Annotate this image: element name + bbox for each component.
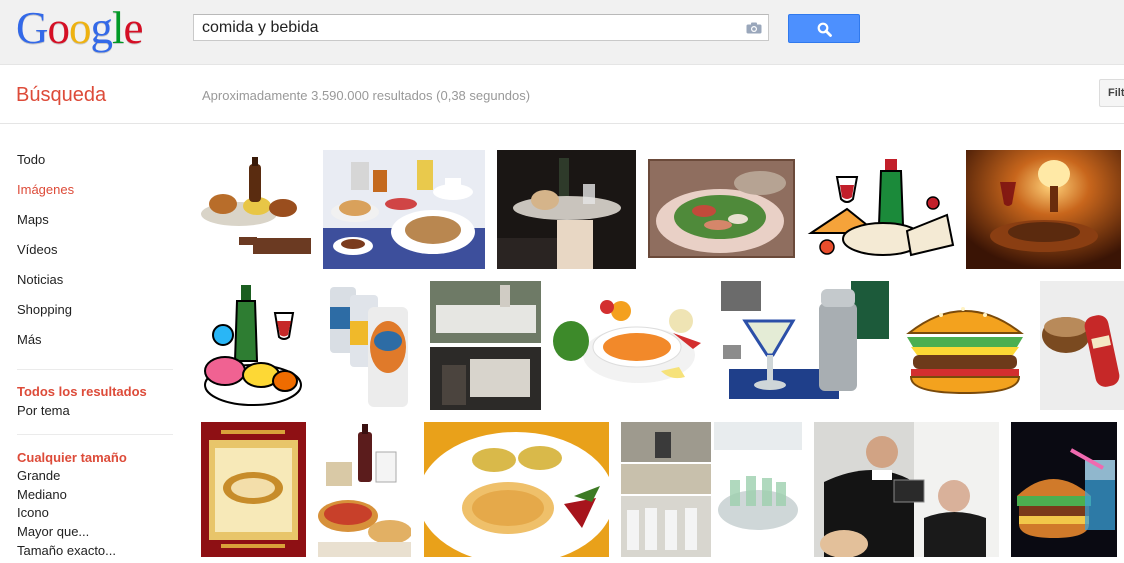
result-stats: Aproximadamente 3.590.000 resultados (0,… <box>202 88 531 103</box>
size-option-icono[interactable]: Icono <box>17 505 49 520</box>
image-result-drink-cans[interactable] <box>318 281 418 410</box>
logo-letter: o <box>69 3 91 53</box>
image-result-people-collage[interactable] <box>621 422 711 557</box>
size-option-tamano-exacto[interactable]: Tamaño exacto... <box>17 543 116 558</box>
image-result-banquet-collage[interactable] <box>430 281 541 410</box>
logo-letter: e <box>123 3 144 53</box>
search-box <box>193 14 769 41</box>
magnifier-icon <box>817 22 832 37</box>
image-result-clipart-wine-cheese[interactable] <box>807 155 955 264</box>
results-filter-title[interactable]: Todos los resultados <box>17 384 147 399</box>
sub-header: Búsqueda Aproximadamente 3.590.000 resul… <box>0 65 1124 124</box>
image-result-pumpkin-soup[interactable] <box>553 293 709 397</box>
image-result-dessert-glasses-tray[interactable] <box>714 422 802 540</box>
image-result-candlelit-dinner[interactable] <box>966 150 1121 269</box>
size-filter-title[interactable]: Cualquier tamaño <box>17 450 127 465</box>
image-result-burger-drink[interactable] <box>1011 422 1117 557</box>
nav-item-mas[interactable]: Más <box>17 332 42 347</box>
nav-divider <box>17 369 173 370</box>
image-result-clipart-ham-wine[interactable] <box>201 281 307 410</box>
size-option-mediano[interactable]: Mediano <box>17 487 67 502</box>
logo-letter: o <box>47 3 70 53</box>
search-input[interactable] <box>194 15 734 40</box>
image-result-ornate-red-menu[interactable] <box>201 422 306 557</box>
logo-letter: l <box>112 3 124 53</box>
image-result-plastic-food-toys[interactable] <box>1040 281 1124 410</box>
image-result-waiter-tray-bottle[interactable] <box>497 150 636 269</box>
nav-item-maps[interactable]: Maps <box>17 212 49 227</box>
nav-item-shopping[interactable]: Shopping <box>17 302 72 317</box>
image-result-pancakes-breakfast-table[interactable] <box>323 150 485 269</box>
image-result-cocktail-shaker[interactable] <box>721 281 889 410</box>
logo-letter: g <box>90 3 113 53</box>
camera-icon[interactable] <box>746 21 762 34</box>
section-title: Búsqueda <box>16 84 107 106</box>
size-option-grande[interactable]: Grande <box>17 468 60 483</box>
image-result-beer-and-food-plate[interactable] <box>201 152 311 254</box>
image-result-cartoon-hamburger[interactable] <box>901 293 1030 397</box>
filter-button[interactable]: Filt <box>1099 79 1124 107</box>
nav-item-imagenes[interactable]: Imágenes <box>17 182 74 197</box>
nav-item-videos[interactable]: Vídeos <box>17 242 57 257</box>
image-result-salad-plate[interactable] <box>648 159 795 258</box>
image-result-man-speech-banquet[interactable] <box>814 422 999 557</box>
nav-divider <box>17 434 173 435</box>
nav-item-noticias[interactable]: Noticias <box>17 272 63 287</box>
size-option-mayor-que[interactable]: Mayor que... <box>17 524 89 539</box>
nav-item-todo[interactable]: Todo <box>17 152 45 167</box>
search-button[interactable] <box>788 14 860 43</box>
results-filter-option[interactable]: Por tema <box>17 403 70 418</box>
logo-letter: G <box>16 3 48 53</box>
google-logo[interactable]: Google <box>16 6 143 51</box>
image-result-pizza-wine-table[interactable] <box>318 422 411 557</box>
top-bar: Google <box>0 0 1124 65</box>
image-result-chicken-dish-plate[interactable] <box>424 422 609 557</box>
